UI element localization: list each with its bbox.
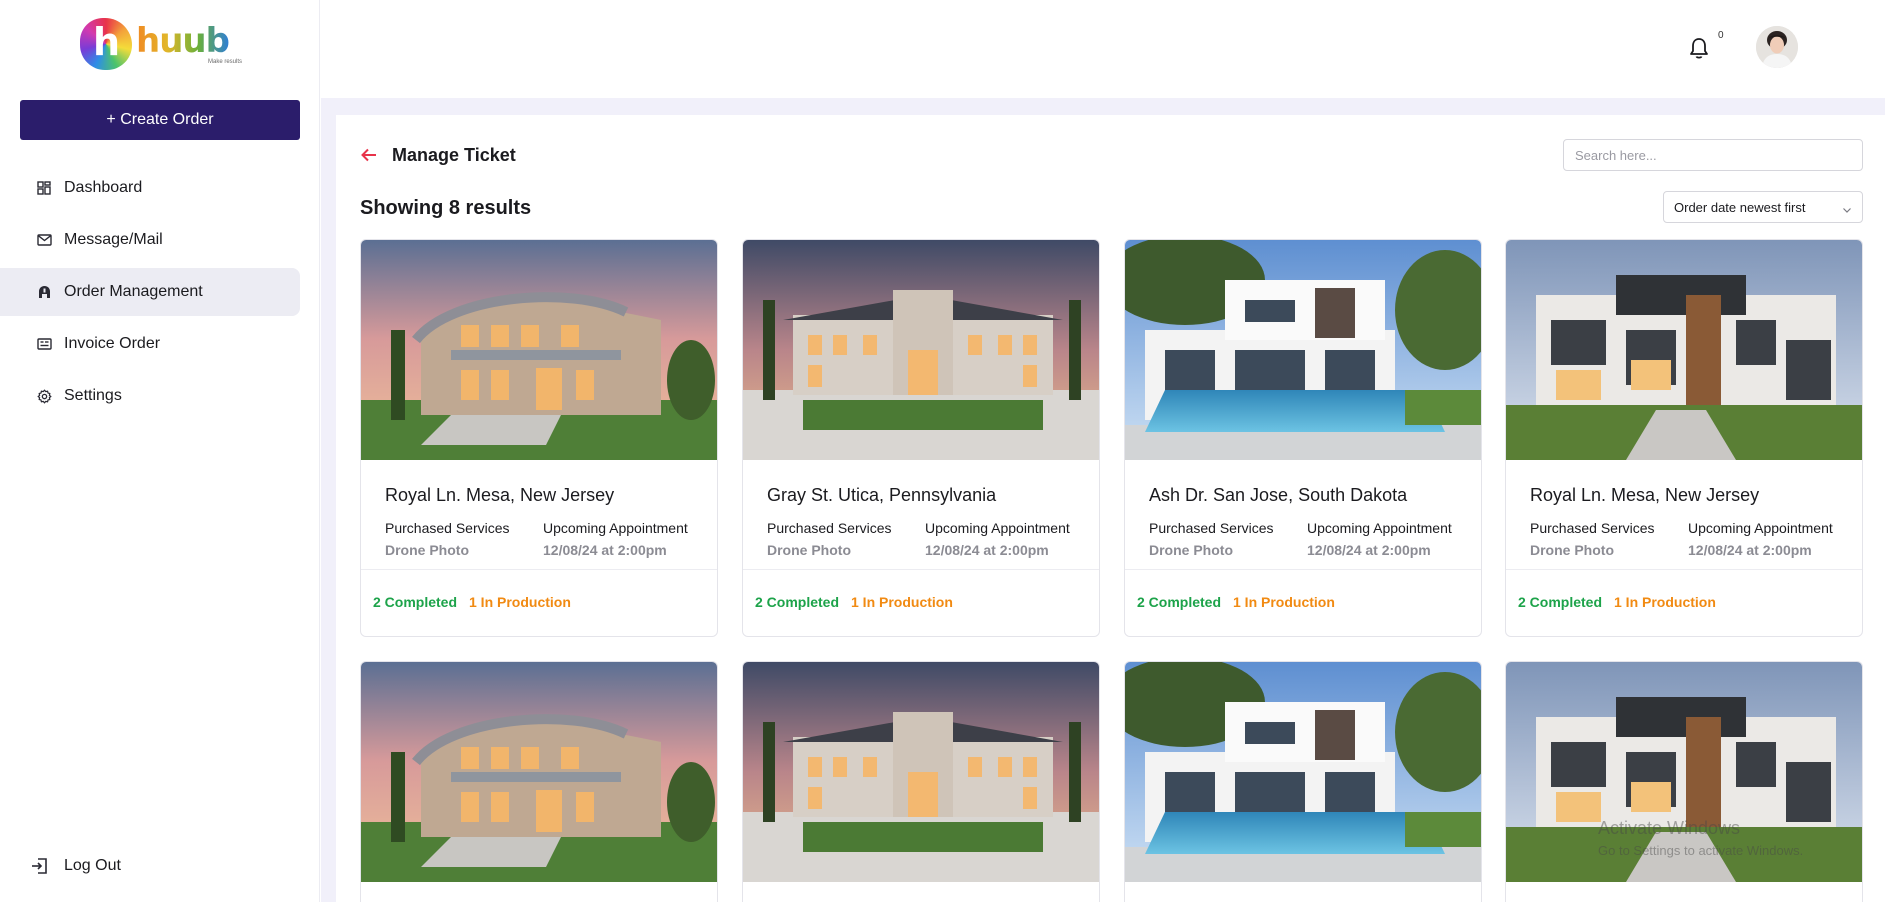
completed-status: 2 Completed	[755, 594, 840, 610]
logo-letter: h	[93, 20, 121, 64]
logout-label: Log Out	[64, 857, 121, 874]
services-value: Drone Photo	[767, 542, 851, 558]
production-status: 1 In Production	[1614, 594, 1716, 610]
property-card[interactable]: Gray St. Utica, Pennsylvania Purchased S…	[742, 239, 1100, 637]
logo-word: huub	[136, 21, 230, 61]
notification-count: 0	[1718, 30, 1724, 41]
sidebar-item-label: Order Management	[64, 283, 203, 300]
services-value: Drone Photo	[385, 542, 469, 558]
property-photo-sunset-house	[361, 240, 717, 460]
services-label: Purchased Services	[385, 520, 510, 536]
gear-icon	[36, 388, 52, 404]
dashboard-icon	[36, 180, 52, 196]
chevron-down-icon	[1842, 202, 1852, 213]
completed-status: 2 Completed	[373, 594, 458, 610]
top-bar	[321, 0, 1885, 98]
card-divider	[1506, 569, 1862, 570]
services-value: Drone Photo	[1530, 542, 1614, 558]
property-photo-mansion-dusk	[743, 240, 1099, 460]
services-value: Drone Photo	[1149, 542, 1233, 558]
sidebar-item-label: Invoice Order	[64, 335, 161, 352]
appointment-label: Upcoming Appointment	[543, 520, 688, 536]
order-icon	[36, 284, 52, 300]
card-divider	[361, 569, 717, 570]
create-order-button[interactable]: + Create Order	[20, 100, 300, 140]
services-label: Purchased Services	[1530, 520, 1655, 536]
card-divider	[743, 569, 1099, 570]
services-label: Purchased Services	[1149, 520, 1274, 536]
brand-logo[interactable]: h huub Make results	[78, 16, 248, 72]
bell-icon[interactable]	[1688, 36, 1710, 60]
completed-status: 2 Completed	[1137, 594, 1222, 610]
appointment-label: Upcoming Appointment	[1688, 520, 1833, 536]
invoice-icon	[36, 336, 52, 352]
property-card[interactable]: Royal Ln. Mesa, New Jersey Purchased Ser…	[360, 239, 718, 637]
avatar[interactable]	[1756, 26, 1798, 68]
sidebar-item-dashboard[interactable]: Dashboard	[0, 164, 300, 212]
appointment-value: 12/08/24 at 2:00pm	[925, 542, 1049, 558]
production-status: 1 In Production	[1233, 594, 1335, 610]
sidebar-item-message-mail[interactable]: Message/Mail	[0, 216, 300, 264]
card-title: Gray St. Utica, Pennsylvania	[767, 485, 997, 505]
production-status: 1 In Production	[851, 594, 953, 610]
property-photo-modern-dark-house	[1506, 662, 1862, 882]
property-photo-mansion-dusk	[743, 662, 1099, 882]
completed-status: 2 Completed	[1518, 594, 1603, 610]
appointment-label: Upcoming Appointment	[1307, 520, 1452, 536]
card-title: Royal Ln. Mesa, New Jersey	[385, 485, 615, 505]
appointment-value: 12/08/24 at 2:00pm	[1688, 542, 1812, 558]
sidebar-item-label: Dashboard	[64, 179, 143, 196]
sort-select[interactable]: Order date newest first	[1663, 191, 1863, 223]
card-title: Royal Ln. Mesa, New Jersey	[1530, 485, 1760, 505]
sidebar-item-settings[interactable]: Settings	[0, 372, 300, 420]
property-photo-white-pool-house	[1125, 240, 1481, 460]
property-card[interactable]	[1124, 661, 1482, 902]
mail-icon	[36, 232, 52, 248]
card-divider	[1125, 569, 1481, 570]
property-card[interactable]: Royal Ln. Mesa, New Jersey Purchased Ser…	[1505, 239, 1863, 637]
property-card[interactable]: Ash Dr. San Jose, South Dakota Purchased…	[1124, 239, 1482, 637]
property-photo-white-pool-house	[1125, 662, 1481, 882]
production-status: 1 In Production	[469, 594, 571, 610]
card-title: Ash Dr. San Jose, South Dakota	[1149, 485, 1408, 505]
sidebar-nav: Dashboard Message/Mail Order Management …	[0, 164, 300, 424]
sidebar-item-label: Settings	[64, 387, 122, 404]
property-card[interactable]	[742, 661, 1100, 902]
property-photo-modern-dark-house	[1506, 240, 1862, 460]
search-input[interactable]	[1563, 139, 1863, 171]
page-title: Manage Ticket	[392, 145, 516, 165]
back-arrow-icon[interactable]	[360, 146, 378, 164]
appointment-label: Upcoming Appointment	[925, 520, 1070, 536]
logo-mark: h	[80, 18, 132, 70]
sidebar-item-order-management[interactable]: Order Management	[0, 268, 300, 316]
appointment-value: 12/08/24 at 2:00pm	[1307, 542, 1431, 558]
logo-tagline: Make results	[208, 59, 243, 65]
sidebar-item-label: Message/Mail	[64, 231, 163, 248]
property-photo-sunset-house	[361, 662, 717, 882]
sidebar: h huub Make results + Create Order Dashb…	[0, 0, 320, 902]
sort-value: Order date newest first	[1674, 199, 1806, 215]
property-card[interactable]	[360, 661, 718, 902]
sidebar-item-invoice-order[interactable]: Invoice Order	[0, 320, 300, 368]
logout-button[interactable]: Log Out	[30, 856, 121, 876]
appointment-value: 12/08/24 at 2:00pm	[543, 542, 667, 558]
results-count: Showing 8 results	[360, 197, 532, 219]
logout-icon	[30, 856, 50, 876]
services-label: Purchased Services	[767, 520, 892, 536]
property-card[interactable]	[1505, 661, 1863, 902]
